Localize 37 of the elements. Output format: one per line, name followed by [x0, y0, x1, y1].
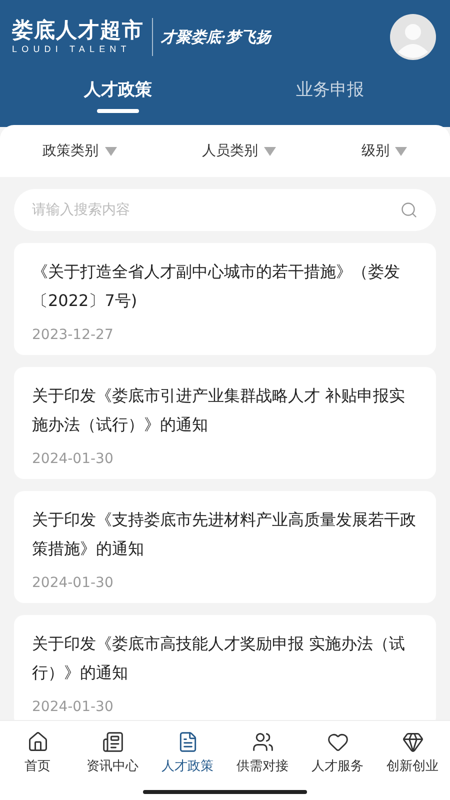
nav-item[interactable]: 资讯中心 [75, 731, 150, 775]
nav-item[interactable]: 人才服务 [300, 731, 375, 775]
policy-title: 《关于打造全省人才副中心城市的若干措施》（娄发〔2022〕7号) [32, 261, 401, 312]
policy-title: 关于印发《支持娄底市先进材料产业高质量发展若干政策措施》的通知 [32, 509, 417, 560]
tab[interactable]: 业务申报 [224, 70, 436, 127]
policy-date: 2024-01-30 [32, 575, 114, 591]
gem-icon [402, 731, 424, 753]
people-icon [252, 731, 274, 753]
policy-title: 关于印发《娄底市高技能人才奖励申报 实施办法（试行）》的通知 [32, 633, 406, 684]
slogan: 才聚娄底·梦飞扬 [161, 28, 272, 46]
logo-title: 娄底人才超市 [12, 18, 144, 42]
caret-icon [264, 146, 276, 156]
policy-date: 2024-01-30 [32, 699, 114, 715]
policy-date: 2024-01-30 [32, 451, 114, 467]
tab[interactable]: 人才政策 [12, 70, 224, 127]
home-icon [26, 731, 48, 753]
policy-date: 2023-12-27 [32, 327, 114, 343]
avatar-icon[interactable] [390, 14, 436, 60]
logo-subtitle: LOUDI TALENT [12, 43, 132, 56]
nav-item[interactable]: 人才政策 [150, 731, 225, 775]
policy-card[interactable]: 关于印发《娄底市引进产业集群战略人才 补贴申报实施办法（试行）》的通知 2024-01-30 [14, 367, 436, 479]
news-icon [102, 731, 124, 753]
filter-dropdown[interactable]: 级别 [355, 141, 414, 161]
policy-card[interactable]: 《关于打造全省人才副中心城市的若干措施》（娄发〔2022〕7号) 2023-12-27 [14, 243, 436, 355]
nav-item[interactable]: 创新创业 [375, 731, 450, 775]
nav-item[interactable]: 供需对接 [225, 731, 300, 775]
caret-icon [104, 146, 117, 156]
heart-icon [326, 731, 348, 753]
filter-dropdown[interactable]: 人员类别 [196, 141, 282, 161]
policy-card[interactable]: 关于印发《娄底市高技能人才奖励申报 实施办法（试行）》的通知 2024-01-30 [14, 615, 436, 720]
policy-title: 关于印发《娄底市引进产业集群战略人才 补贴申报实施办法（试行）》的通知 [32, 385, 406, 436]
policy-card[interactable]: 关于印发《支持娄底市先进材料产业高质量发展若干政策措施》的通知 2024-01-30 [14, 491, 436, 603]
search-icon[interactable] [400, 201, 418, 219]
search-field[interactable]: 请输入搜索内容 [14, 189, 436, 231]
filter-dropdown[interactable]: 政策类别 [36, 141, 123, 161]
caret-icon [395, 146, 408, 156]
nav-item[interactable]: 首页 [0, 731, 75, 775]
